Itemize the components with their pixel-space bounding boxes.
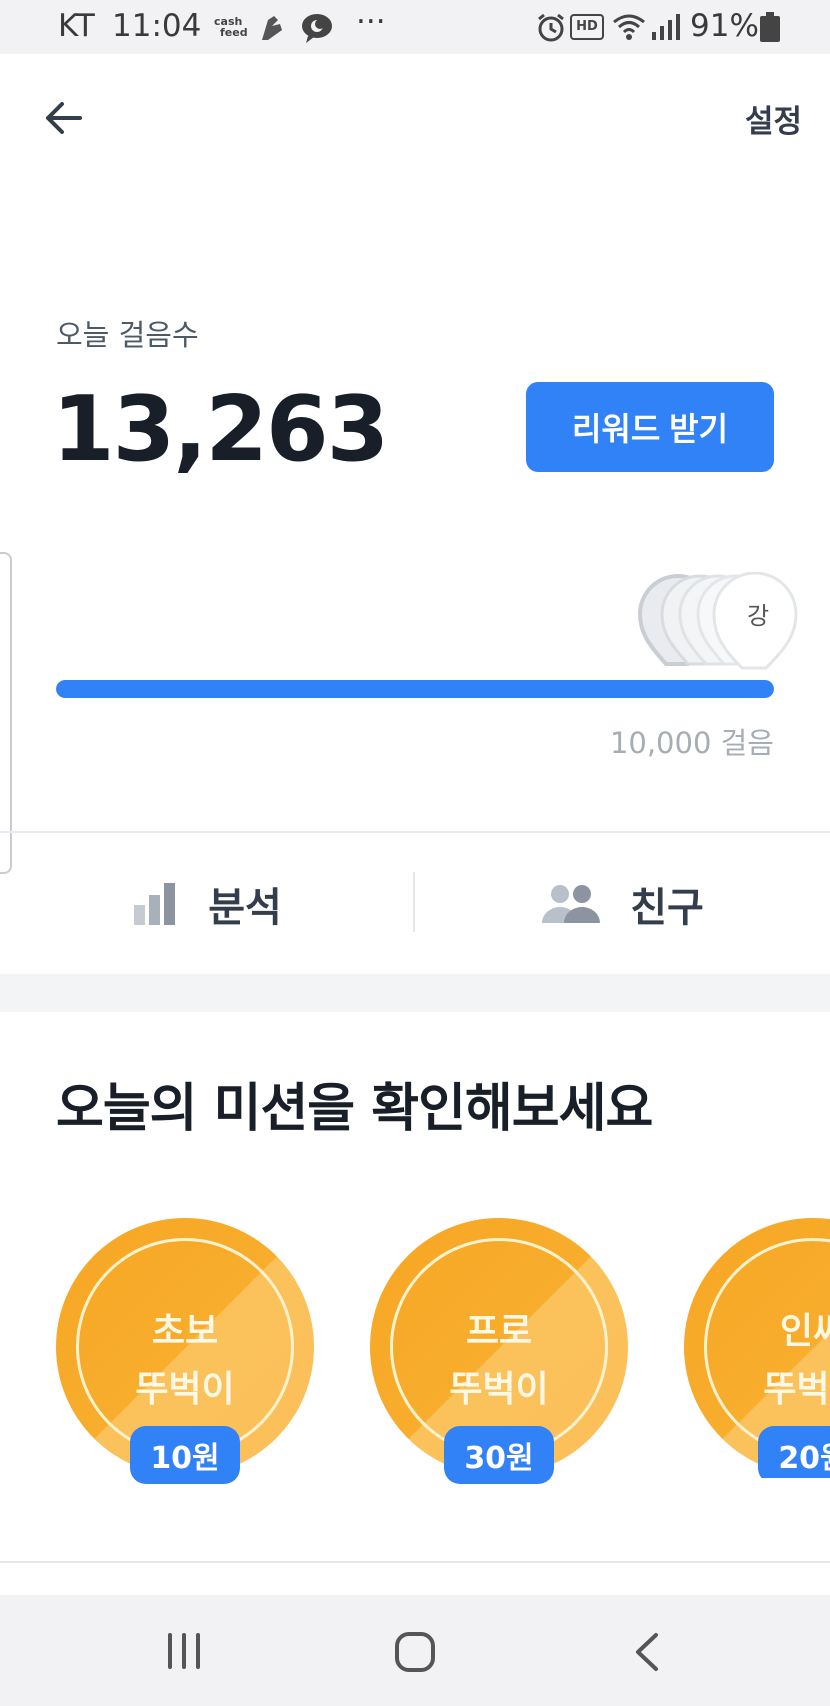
side-drawer-handle[interactable] bbox=[0, 552, 12, 874]
friend-markers[interactable] bbox=[636, 572, 806, 682]
mission-card-insider[interactable]: 인싸 뚜벅이 20원 bbox=[684, 1218, 830, 1478]
mission-card-beginner[interactable]: 초보 뚜벅이 10원 bbox=[56, 1218, 314, 1484]
mission-title-line2: 뚜벅이 bbox=[763, 1369, 830, 1410]
steps-progress-fill bbox=[56, 680, 774, 698]
system-navigation-bar bbox=[0, 1595, 830, 1706]
cashfeed-notification-icon: cash feed bbox=[214, 15, 248, 39]
people-icon bbox=[542, 885, 601, 923]
mission-title-line2: 뚜벅이 bbox=[135, 1369, 235, 1410]
goal-steps-label: 10,000 걸음 bbox=[609, 726, 774, 760]
wifi-icon bbox=[613, 14, 645, 40]
today-steps-value: 13,263 bbox=[52, 377, 389, 482]
reward-button[interactable]: 리워드 받기 bbox=[526, 382, 774, 472]
mission-title-line1: 인싸 bbox=[779, 1311, 830, 1352]
tab-analysis[interactable]: 분석 bbox=[0, 834, 414, 974]
mission-title-line2: 뚜벅이 bbox=[449, 1369, 549, 1410]
mission-reward-badge: 10원 bbox=[130, 1426, 240, 1484]
tab-divider bbox=[413, 872, 415, 932]
status-bar: KT 11:04 cash feed ··· HD 91% bbox=[0, 0, 830, 54]
hd-voice-icon: HD bbox=[570, 14, 604, 40]
mission-card-clip: 인싸 뚜벅이 20원 bbox=[684, 1218, 830, 1478]
clock: 11:04 bbox=[112, 8, 202, 44]
signal-icon bbox=[652, 14, 680, 40]
back-arrow-icon[interactable] bbox=[40, 94, 88, 142]
today-steps-label: 오늘 걸음수 bbox=[56, 318, 199, 352]
carrier-label: KT bbox=[58, 8, 95, 44]
bar-chart-icon bbox=[134, 883, 176, 925]
steps-progress-bar bbox=[56, 680, 774, 698]
recent-apps-icon[interactable] bbox=[164, 1631, 204, 1671]
mission-title-line1: 프로 bbox=[465, 1311, 533, 1352]
more-notifications: ··· bbox=[356, 4, 386, 40]
divider bbox=[0, 831, 830, 833]
mission-card-pro[interactable]: 프로 뚜벅이 30원 bbox=[370, 1218, 628, 1484]
tab-analysis-label: 분석 bbox=[208, 885, 282, 931]
section-separator bbox=[0, 974, 830, 1012]
chat-bubble-icon bbox=[302, 14, 332, 43]
battery-percent: 91% bbox=[690, 8, 759, 44]
alarm-icon bbox=[538, 13, 564, 42]
friend-marker-label: 강 bbox=[746, 602, 770, 630]
missions-title: 오늘의 미션을 확인해보세요 bbox=[56, 1079, 653, 1139]
mission-title-line1: 초보 bbox=[151, 1311, 219, 1352]
battery-icon bbox=[760, 12, 780, 42]
tab-friends-label: 친구 bbox=[630, 885, 704, 931]
divider bbox=[0, 1561, 830, 1563]
mission-reward-badge: 30원 bbox=[444, 1426, 554, 1484]
home-icon[interactable] bbox=[394, 1631, 436, 1673]
mission-reward-badge: 20원 bbox=[758, 1426, 830, 1478]
running-shoe-icon bbox=[262, 16, 282, 40]
tab-friends[interactable]: 친구 bbox=[416, 834, 830, 974]
settings-button[interactable]: 설정 bbox=[745, 96, 802, 141]
back-nav-icon[interactable] bbox=[632, 1631, 662, 1673]
